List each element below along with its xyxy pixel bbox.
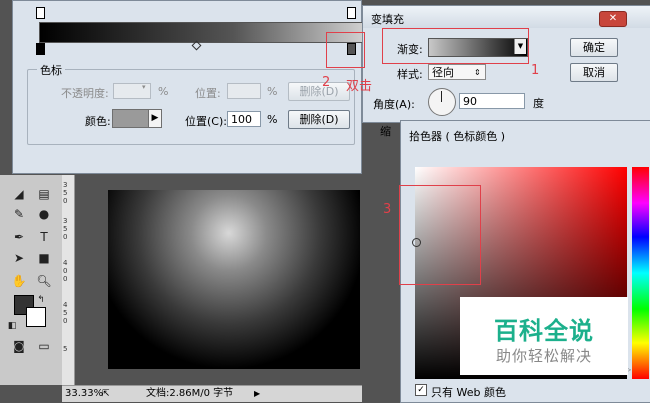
angle-label: 角度(A): [373, 98, 415, 111]
document-canvas[interactable] [108, 190, 360, 369]
angle-dial[interactable] [428, 88, 456, 116]
ruler-number: 5 [63, 225, 68, 233]
annotation-box-gradient [382, 28, 529, 64]
dodge-tool-icon[interactable]: ● [33, 205, 55, 223]
color-location-label: 位置(C): [185, 115, 227, 128]
annotation-label-2: 2 [322, 75, 331, 90]
color-location-field[interactable]: 100 [227, 111, 261, 127]
opacity-location-label: 位置: [195, 87, 221, 100]
watermark: 百科全说 助你轻松解决 [460, 297, 628, 375]
hand-tool-icon[interactable]: ✋ [8, 272, 30, 290]
opacity-stop-left[interactable] [36, 7, 45, 19]
style-select[interactable]: 径向 ⇕ [428, 64, 486, 80]
gradient-preview-bar[interactable] [39, 22, 364, 43]
annotation-label-1: 1 [531, 63, 540, 78]
annotation-note-double-click: 双击 [346, 79, 373, 94]
color-label: 颜色: [85, 115, 111, 128]
status-arrow-icon[interactable]: ▶ [254, 386, 260, 402]
gradient-tool-icon[interactable]: ▤ [33, 185, 55, 203]
ruler-number: 5 [63, 189, 68, 197]
angle-needle [441, 91, 442, 102]
opacity-label: 不透明度: [61, 87, 109, 100]
ruler-number: 3 [63, 217, 68, 225]
annotation-label-3: 3 [383, 202, 392, 217]
pen-tool-icon[interactable]: ✒ [8, 228, 30, 246]
opacity-delete-button: 删除(D) [288, 82, 350, 101]
ruler-number: 5 [63, 309, 68, 317]
zoom-level[interactable]: 33.33% [65, 386, 103, 402]
opacity-location-field [227, 83, 261, 99]
eraser-tool-icon[interactable]: ◢ [8, 185, 30, 203]
ruler-number: 3 [63, 181, 68, 189]
style-spinner-icon: ⇕ [474, 68, 481, 77]
opacity-unit: % [158, 85, 169, 98]
path-selection-tool-icon[interactable]: ➤ [8, 249, 30, 267]
annotation-box-color-stop [326, 32, 365, 68]
angle-unit: 度 [533, 97, 544, 110]
stop-color-swatch[interactable] [112, 109, 150, 128]
default-colors-icon[interactable]: ◧ [6, 317, 18, 335]
opacity-dropdown-icon: ▾ [142, 83, 146, 91]
ruler-number: 0 [63, 317, 68, 325]
web-only-label: 只有 Web 颜色 [431, 386, 506, 399]
style-label: 样式: [397, 68, 423, 81]
scale-label-partial: 缩 [380, 125, 391, 138]
background-color-swatch[interactable] [26, 307, 46, 327]
swap-colors-icon[interactable]: ↰ [34, 291, 48, 309]
ruler-number: 0 [63, 267, 68, 275]
stops-fieldset [27, 69, 355, 145]
document-info: 文档:2.86M/0 字节 [146, 388, 234, 399]
blur-tool-icon[interactable]: ✎ [8, 205, 30, 223]
dialog-title-bar[interactable]: 变填充 ✕ [363, 6, 650, 28]
gradient-editor-dialog: 色标 不透明度: ▾ % 位置: % 删除(D) 颜色: ▶ 位置(C): 10… [12, 0, 364, 174]
style-value: 径向 [432, 66, 454, 79]
color-location-unit: % [267, 113, 278, 126]
web-only-checkbox[interactable]: ✓ [415, 384, 427, 396]
screen-mode-icon[interactable]: ▭ [33, 337, 55, 355]
zoom-tool-icon[interactable]: 🔍︎ [33, 272, 55, 290]
color-delete-button[interactable]: 删除(D) [288, 110, 350, 129]
share-icon[interactable]: ⇱ [102, 386, 110, 402]
opacity-stop-right[interactable] [347, 7, 356, 19]
stops-section-title: 色标 [37, 62, 65, 78]
annotation-box-color-field [399, 185, 481, 285]
angle-field[interactable]: 90 [459, 93, 525, 109]
ruler-number: 0 [63, 197, 68, 205]
status-bar: 33.33% ⇱ 文档:2.86M/0 字节 ▶ [62, 385, 362, 402]
opacity-location-unit: % [267, 85, 278, 98]
tools-panel: ◢ ▤ ✎ ● ✒ T ➤ ■ ✋ 🔍︎ ↰ ◧ ◙ ▭ [0, 175, 63, 385]
hue-slider[interactable] [632, 167, 649, 379]
watermark-subtitle: 助你轻松解决 [495, 347, 592, 365]
color-stop-left[interactable] [36, 43, 45, 55]
color-menu-arrow-icon[interactable]: ▶ [148, 109, 162, 128]
picker-title: 拾色器 ( 色标颜色 ) [409, 130, 506, 143]
ruler-number: 0 [63, 233, 68, 241]
vertical-ruler: 3 5 0 3 5 0 4 0 0 4 5 0 5 [62, 175, 75, 385]
watermark-title: 百科全说 [494, 317, 594, 345]
gradient-fill-dialog: 变填充 ✕ 渐变: ▼ 确定 取消 样式: 径向 ⇕ 角度(A): 90 度 [362, 5, 650, 123]
type-tool-icon[interactable]: T [33, 228, 55, 246]
ok-button[interactable]: 确定 [570, 38, 618, 57]
rectangle-tool-icon[interactable]: ■ [33, 249, 55, 267]
cancel-button[interactable]: 取消 [570, 63, 618, 82]
dialog-title: 变填充 [371, 13, 404, 26]
quick-mask-icon[interactable]: ◙ [8, 337, 30, 355]
ruler-number: 4 [63, 259, 68, 267]
ruler-number: 4 [63, 301, 68, 309]
close-icon[interactable]: ✕ [599, 11, 627, 27]
ruler-number: 0 [63, 275, 68, 283]
ruler-number: 5 [63, 345, 68, 353]
